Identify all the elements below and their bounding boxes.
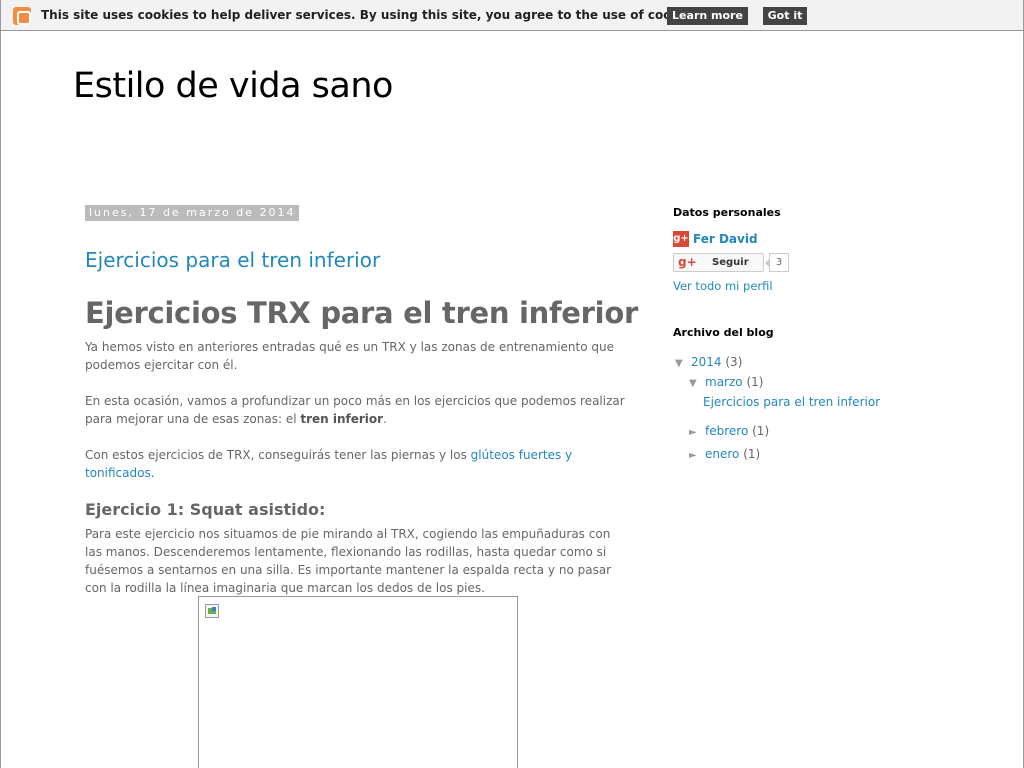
archive-year-link[interactable]: 2014	[691, 355, 722, 369]
bold-text: tren inferior	[300, 412, 384, 426]
page-frame: This site uses cookies to help deliver s…	[0, 0, 1024, 768]
learn-more-button[interactable]: Learn more	[667, 7, 748, 25]
archive-item-post: Ejercicios para el tren inferior	[703, 395, 880, 409]
exercise-1-heading: Ejercicio 1: Squat asistido:	[85, 500, 326, 519]
post-heading: Ejercicios TRX para el tren inferior	[85, 296, 638, 330]
archive-count: (1)	[746, 375, 764, 389]
post-title-link[interactable]: Ejercicios para el tren inferior	[85, 248, 380, 272]
post-paragraph-2: En esta ocasión, vamos a profundizar un …	[85, 392, 625, 428]
cookie-message: This site uses cookies to help deliver s…	[41, 8, 704, 22]
follow-button[interactable]: g+ Seguir	[673, 253, 764, 272]
archive-month-link[interactable]: marzo	[705, 375, 743, 389]
google-plus-icon: g+	[673, 231, 689, 247]
profile-heading: Datos personales	[673, 206, 781, 219]
archive-count: (1)	[752, 424, 770, 438]
collapse-toggle-icon[interactable]: ▼	[675, 358, 691, 369]
archive-item-2014: ▼ 2014 (3)	[675, 355, 742, 369]
blog-title[interactable]: Estilo de vida sano	[73, 66, 393, 106]
paragraph-text: .	[383, 412, 387, 426]
archive-month-link[interactable]: febrero	[705, 424, 748, 438]
paragraph-text: .	[150, 466, 155, 480]
cookie-bar: This site uses cookies to help deliver s…	[1, 0, 1023, 31]
post-paragraph-1: Ya hemos visto en anteriores entradas qu…	[85, 340, 615, 372]
post-date: lunes, 17 de marzo de 2014	[85, 205, 300, 221]
archive-count: (3)	[725, 355, 743, 369]
view-profile-link[interactable]: Ver todo mi perfil	[673, 279, 773, 293]
post-paragraph-3: Con estos ejercicios de TRX, conseguirás…	[85, 446, 625, 482]
archive-item-enero: ► enero (1)	[689, 447, 760, 461]
google-plus-icon: g+	[678, 255, 697, 269]
profile-name-link[interactable]: Fer David	[693, 232, 758, 246]
archive-item-febrero: ► febrero (1)	[689, 424, 769, 438]
paragraph-text: Con estos ejercicios de TRX, conseguirás…	[85, 448, 471, 462]
follower-count: 3	[765, 253, 789, 272]
got-it-button[interactable]: Got it	[763, 7, 807, 25]
collapse-toggle-icon[interactable]: ▼	[689, 378, 705, 389]
expand-toggle-icon[interactable]: ►	[689, 450, 705, 461]
archive-item-marzo: ▼ marzo (1)	[689, 375, 763, 389]
archive-count: (1)	[743, 447, 761, 461]
post-image	[198, 596, 518, 768]
expand-toggle-icon[interactable]: ►	[689, 427, 705, 438]
exercise-1-text: Para este ejercicio nos situamos de pie …	[85, 527, 612, 595]
broken-image-icon	[205, 604, 219, 618]
follow-label: Seguir	[712, 257, 749, 268]
blogger-logo-icon	[13, 7, 31, 25]
archive-heading: Archivo del blog	[673, 326, 774, 339]
archive-post-link[interactable]: Ejercicios para el tren inferior	[703, 395, 880, 409]
archive-month-link[interactable]: enero	[705, 447, 739, 461]
